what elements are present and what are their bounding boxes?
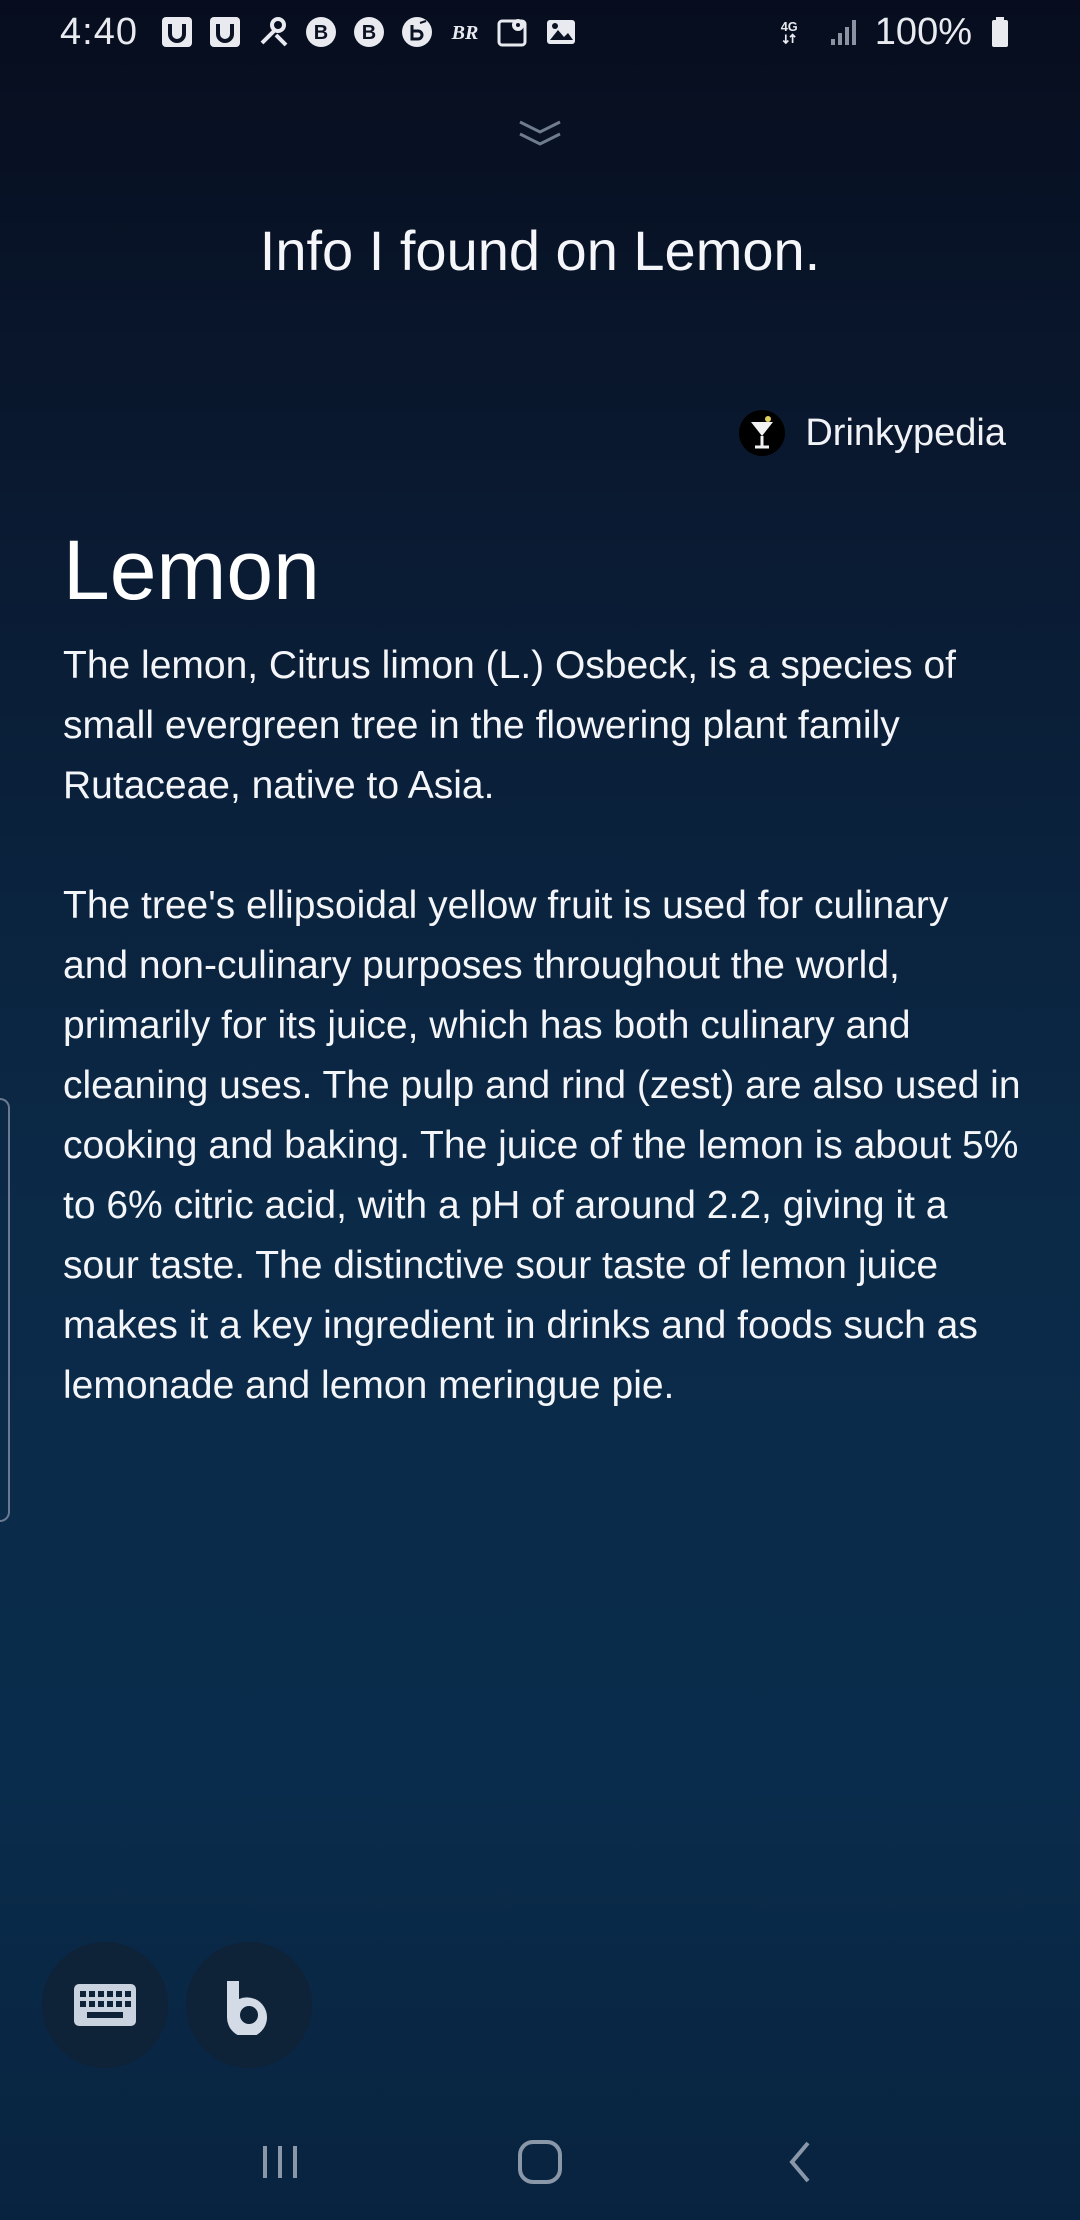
recents-icon: [263, 2146, 297, 2178]
cocktail-glass-icon: [739, 410, 786, 456]
image-icon: [544, 15, 578, 49]
page-title: Info I found on Lemon.: [259, 219, 821, 282]
battery-icon: [986, 15, 1020, 49]
collapse-chevron-icon[interactable]: [516, 116, 564, 150]
br-icon: BR: [448, 15, 482, 49]
source-attribution[interactable]: Drinkypedia: [739, 410, 1006, 456]
signal-icon: [827, 15, 861, 49]
svg-text:BR: BR: [451, 22, 479, 44]
network-4g-icon: 4G: [779, 15, 813, 49]
edge-panel-handle[interactable]: [0, 1098, 10, 1522]
back-icon: [789, 2141, 810, 2183]
clock-b-icon: [400, 15, 434, 49]
back-button[interactable]: [765, 2127, 835, 2197]
source-name: Drinkypedia: [805, 411, 1006, 454]
recents-button[interactable]: [245, 2127, 315, 2197]
tools-icon: [256, 15, 290, 49]
status-right: 4G 100%: [779, 11, 1020, 54]
clock: 4:40: [60, 10, 138, 53]
keyboard-button[interactable]: [42, 1942, 168, 2068]
battery-percent: 100%: [874, 10, 972, 53]
home-icon: [518, 2140, 562, 2184]
svg-text:4G: 4G: [780, 19, 797, 34]
status-bar: 4:40 B B BR 4G 100%: [0, 0, 1080, 64]
keyboard-icon: [74, 1984, 136, 2026]
b-icon: B: [304, 15, 338, 49]
svg-text:B: B: [362, 22, 376, 44]
map-pin-icon: [496, 15, 530, 49]
b-icon: B: [352, 15, 386, 49]
status-left: 4:40 B B BR: [60, 11, 578, 54]
article-paragraph: The tree's ellipsoidal yellow fruit is u…: [63, 884, 1021, 1407]
navigation-bar: [0, 2104, 1080, 2220]
u-icon: [160, 15, 194, 49]
article-title: Lemon: [63, 523, 320, 617]
bixby-icon: [226, 1981, 267, 2035]
article-body: The lemon, Citrus limon (L.) Osbeck, is …: [63, 636, 1023, 1476]
svg-text:B: B: [314, 22, 328, 44]
article-paragraph: The lemon, Citrus limon (L.) Osbeck, is …: [63, 644, 956, 807]
home-button[interactable]: [505, 2127, 575, 2197]
bixby-button[interactable]: [186, 1942, 312, 2068]
u-icon: [208, 15, 242, 49]
